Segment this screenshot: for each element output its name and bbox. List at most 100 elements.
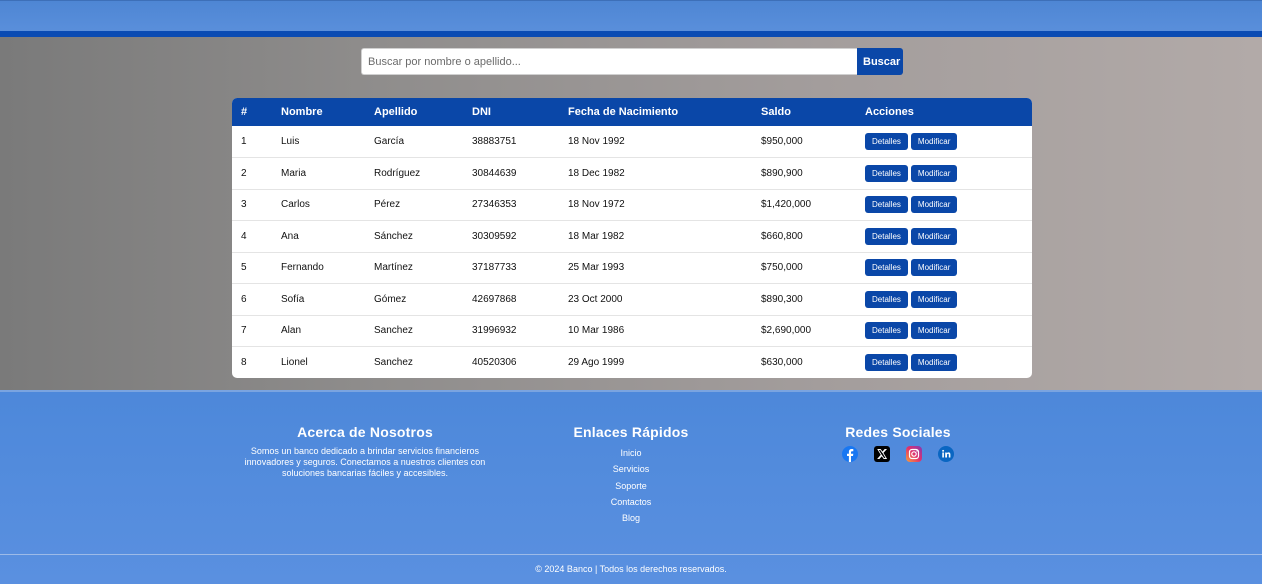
modify-button[interactable]: Modificar <box>910 259 958 277</box>
details-button[interactable]: Detalles <box>865 164 908 182</box>
cell-num: 4 <box>241 230 247 242</box>
cell-saldo: $630,000 <box>761 357 803 368</box>
cell-acciones: Detalles Modificar <box>865 158 1032 190</box>
search-bar: Buscar <box>361 48 903 75</box>
copyright-text: © 2024 Banco | Todos los derechos reserv… <box>535 564 727 574</box>
modify-button[interactable]: Modificar <box>910 196 958 214</box>
modify-button[interactable]: Modificar <box>910 227 958 245</box>
footer-link-contactos[interactable]: Contactos <box>551 495 711 511</box>
cell-apellido: Sánchez <box>374 230 413 242</box>
cell-dni: 42697868 <box>472 293 517 305</box>
cell-apellido: García <box>374 136 405 147</box>
cell-fecha: 10 Mar 1986 <box>568 325 625 337</box>
cell-saldo: $890,300 <box>761 293 803 305</box>
cell-saldo: $1,420,000 <box>761 199 812 211</box>
cell-dni: 37187733 <box>472 262 517 274</box>
details-button[interactable]: Detalles <box>865 322 908 340</box>
cell-dni: 38883751 <box>472 136 517 147</box>
quick-links-list: Inicio Servicios Soporte Contactos Blog <box>551 446 711 527</box>
header-fecha: Fecha de Nacimiento <box>568 106 679 118</box>
footer-about-section: Acerca de Nosotros Somos un banco dedica… <box>240 424 490 479</box>
header-number: # <box>241 106 248 118</box>
footer-link-servicios[interactable]: Servicios <box>551 462 711 478</box>
cell-saldo: $660,800 <box>761 230 803 242</box>
clients-table: # Nombre Apellido DNI Fecha de Nacimient… <box>232 98 1032 378</box>
table-row: 8 Lionel Sanchez 40520306 29 Ago 1999 $630,00… <box>232 347 1032 379</box>
cell-dni: 40520306 <box>472 357 517 368</box>
cell-acciones: Detalles Modificar <box>865 315 1032 347</box>
modify-button[interactable]: Modificar <box>910 354 958 371</box>
cell-fecha: 18 Nov 1992 <box>568 136 625 147</box>
details-button[interactable]: Detalles <box>865 259 908 277</box>
table-row: 3 Carlos Pérez 27346353 18 Nov 1972 $1,420,00… <box>232 189 1032 221</box>
table-row: 2 Maria Rodríguez 30844639 18 Dec 1982 $890,9… <box>232 158 1032 190</box>
cell-num: 1 <box>241 136 247 147</box>
table-header-row: # Nombre Apellido DNI Fecha de Nacimient… <box>232 98 1032 126</box>
table-row: 1 Luis García 38883751 18 Nov 1992 $950,000 De… <box>232 126 1032 158</box>
search-button[interactable]: Buscar <box>857 48 903 75</box>
cell-fecha: 29 Ago 1999 <box>568 357 625 368</box>
table-row: 4 Ana Sánchez 30309592 18 Mar 1982 $660,800 De… <box>232 221 1032 252</box>
cell-fecha: 18 Nov 1972 <box>568 199 625 211</box>
modify-button[interactable]: Modificar <box>910 322 958 340</box>
cell-num: 3 <box>241 199 247 211</box>
cell-apellido: Gómez <box>374 293 407 305</box>
search-input[interactable] <box>361 48 857 75</box>
cell-num: 7 <box>241 325 247 337</box>
details-button[interactable]: Detalles <box>865 227 908 245</box>
social-icons <box>820 446 976 462</box>
cell-nombre: Carlos <box>281 199 310 211</box>
cell-apellido: Sanchez <box>374 325 413 337</box>
instagram-icon[interactable] <box>906 446 922 462</box>
cell-nombre: Fernando <box>281 262 324 274</box>
footer-link-soporte[interactable]: Soporte <box>551 479 711 495</box>
cell-fecha: 18 Mar 1982 <box>568 230 625 242</box>
footer-social-section: Redes Sociales <box>820 424 976 462</box>
cell-fecha: 18 Dec 1982 <box>568 167 625 179</box>
cell-nombre: Sofía <box>281 293 305 305</box>
footer-link-inicio[interactable]: Inicio <box>551 446 711 462</box>
top-header-bar <box>0 0 1262 32</box>
table-row: 5 Fernando Martínez 37187733 25 Mar 1993 $750… <box>232 252 1032 284</box>
modify-button[interactable]: Modificar <box>910 164 958 182</box>
table-row: 7 Alan Sanchez 31996932 10 Mar 1986 $2,690,00… <box>232 315 1032 347</box>
about-text: Somos un banco dedicado a brindar servic… <box>244 446 486 478</box>
header-acciones: Acciones <box>865 106 914 118</box>
cell-apellido: Rodríguez <box>374 167 421 179</box>
cell-nombre: Ana <box>281 230 299 242</box>
cell-fecha: 25 Mar 1993 <box>568 262 625 274</box>
footer-link-blog[interactable]: Blog <box>551 511 711 527</box>
details-button[interactable]: Detalles <box>865 354 908 371</box>
footer-divider <box>0 554 1262 555</box>
cell-saldo: $750,000 <box>761 262 803 274</box>
cell-apellido: Pérez <box>374 199 401 211</box>
cell-apellido: Martínez <box>374 262 413 274</box>
cell-saldo: $890,900 <box>761 167 803 179</box>
footer: Acerca de Nosotros Somos un banco dedica… <box>0 390 1262 584</box>
cell-acciones: Detalles Modificar <box>865 284 1032 316</box>
modify-button[interactable]: Modificar <box>910 133 958 150</box>
clients-table-card: # Nombre Apellido DNI Fecha de Nacimient… <box>232 98 1032 378</box>
cell-acciones: Detalles Modificar <box>865 189 1032 221</box>
cell-dni: 31996932 <box>472 325 517 337</box>
modify-button[interactable]: Modificar <box>910 290 958 308</box>
facebook-icon[interactable] <box>842 446 858 462</box>
x-icon[interactable] <box>874 446 890 462</box>
details-button[interactable]: Detalles <box>865 196 908 214</box>
details-button[interactable]: Detalles <box>865 290 908 308</box>
cell-num: 6 <box>241 293 247 305</box>
cell-apellido: Sanchez <box>374 357 413 368</box>
header-nombre: Nombre <box>281 106 323 118</box>
cell-num: 5 <box>241 262 247 274</box>
cell-dni: 27346353 <box>472 199 517 211</box>
cell-num: 2 <box>241 167 247 179</box>
cell-fecha: 23 Oct 2000 <box>568 293 623 305</box>
table-body: 1 Luis García 38883751 18 Nov 1992 $950,000 De… <box>232 126 1032 378</box>
details-button[interactable]: Detalles <box>865 133 908 150</box>
table-row: 6 Sofía Gómez 42697868 23 Oct 2000 $890,300 De… <box>232 284 1032 316</box>
header-accent-stripe <box>0 31 1262 37</box>
linkedin-icon[interactable] <box>938 446 954 462</box>
cell-acciones: Detalles Modificar <box>865 252 1032 284</box>
header-saldo: Saldo <box>761 106 791 118</box>
cell-acciones: Detalles Modificar <box>865 126 1032 158</box>
